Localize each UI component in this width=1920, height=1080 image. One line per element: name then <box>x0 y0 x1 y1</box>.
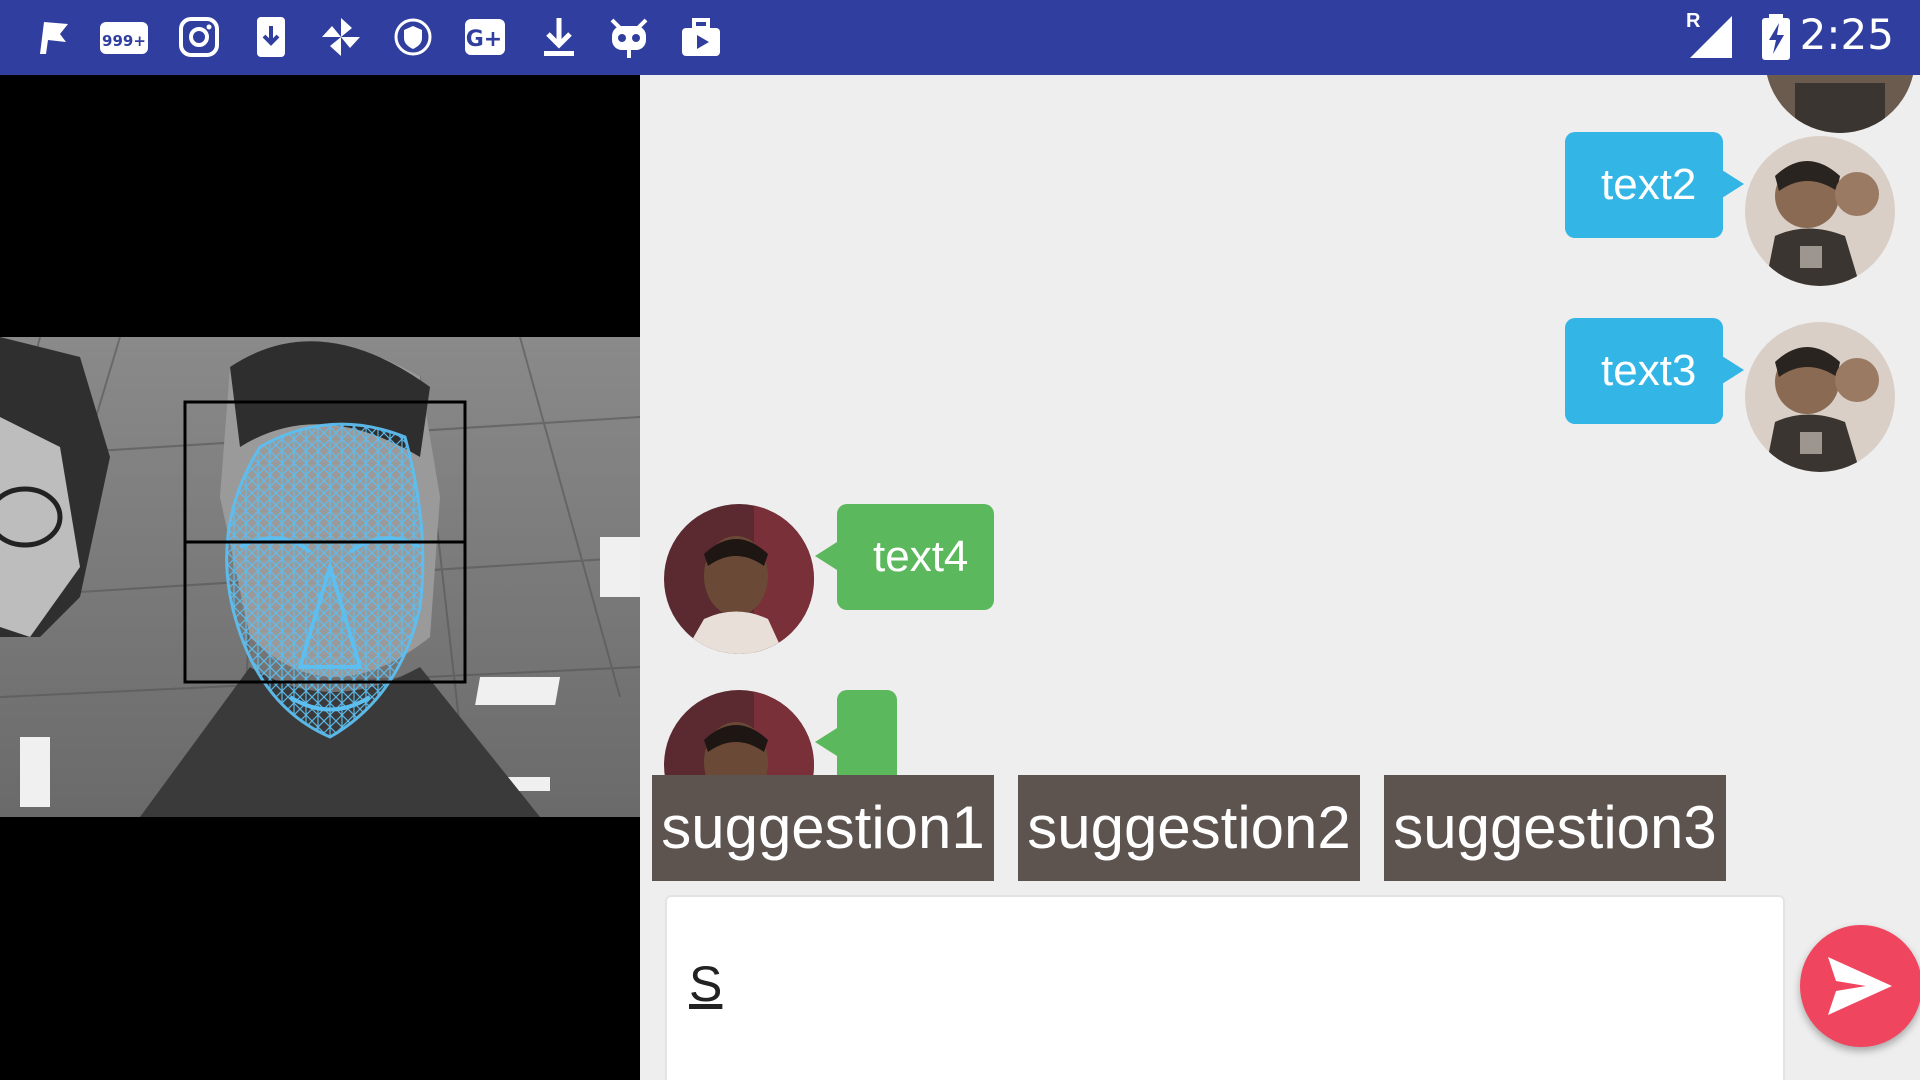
clock: 2:25 <box>1799 10 1894 59</box>
suggestion-chip-2[interactable]: suggestion2 <box>1018 775 1360 881</box>
send-button[interactable] <box>1800 925 1920 1047</box>
avatar-contact <box>664 504 814 654</box>
face-tracking-camera-image <box>0 337 640 817</box>
battery-charging-icon <box>1760 14 1792 60</box>
bubble-tail <box>815 542 837 570</box>
bubble-tail <box>1722 170 1744 198</box>
instagram-icon <box>176 14 222 60</box>
signal-icon <box>1686 14 1734 60</box>
bubble-tail <box>1722 356 1744 384</box>
download-icon <box>536 14 582 60</box>
avatar-me <box>1765 75 1915 133</box>
message-input-text[interactable]: S <box>689 955 722 1013</box>
message-bubble-sent[interactable]: text3 <box>1565 318 1723 424</box>
pinwheel-icon <box>318 14 364 60</box>
chat-pane: text2 text3 text4 suggestion1 suggestion… <box>640 75 1920 1080</box>
google-plus-icon: G+ <box>462 14 508 60</box>
status-bar: 999+ G+ R 2:25 <box>0 0 1920 75</box>
send-icon <box>1828 957 1892 1015</box>
camera-preview-pane <box>0 75 640 1080</box>
notification-badge: 999+ <box>102 32 146 50</box>
download-app-icon <box>248 14 294 60</box>
avatar-me <box>1745 136 1895 286</box>
suggestion-chip-3[interactable]: suggestion3 <box>1384 775 1726 881</box>
shield-icon <box>390 14 436 60</box>
flag-icon <box>30 14 76 60</box>
suggestion-chip-1[interactable]: suggestion1 <box>652 775 994 881</box>
cat-robot-icon <box>606 14 652 60</box>
camera-frame <box>0 337 640 817</box>
notification-count-icon: 999+ <box>98 14 150 60</box>
message-bubble-sent[interactable]: text2 <box>1565 132 1723 238</box>
svg-text:G+: G+ <box>466 27 503 52</box>
avatar-me <box>1745 322 1895 472</box>
message-input[interactable]: S <box>665 895 1785 1080</box>
bubble-tail <box>815 728 837 756</box>
message-bubble-received[interactable]: text4 <box>837 504 994 610</box>
media-share-icon <box>678 14 724 60</box>
